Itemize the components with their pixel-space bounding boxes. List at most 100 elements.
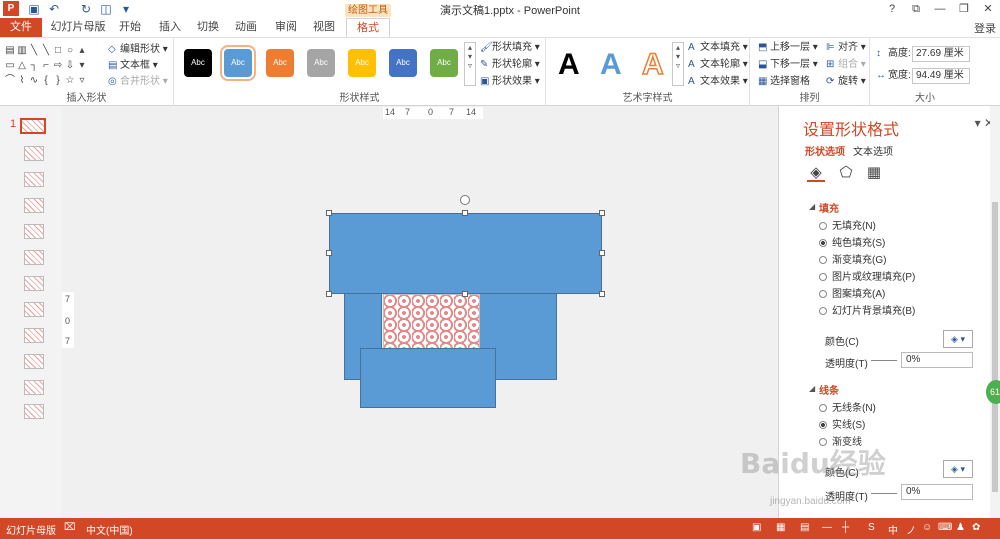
float-badge[interactable]: 61 <box>986 380 1000 404</box>
style-preset[interactable]: Abc <box>266 49 294 77</box>
ime-punct-icon[interactable]: ノ <box>906 522 916 537</box>
tab-review[interactable]: 审阅 <box>268 18 304 37</box>
tab-slide-master[interactable]: 幻灯片母版 <box>48 18 108 37</box>
scrollbar-thumb[interactable] <box>992 202 998 492</box>
style-preset[interactable]: Abc <box>220 45 256 81</box>
ribbon-display-icon[interactable]: ⧉ <box>904 0 928 18</box>
spell-check-icon[interactable]: ⌧ <box>64 522 76 533</box>
shape-textbox-icon[interactable]: ▤ <box>4 43 16 58</box>
shape-outline-button[interactable]: ✎ 形状轮廓 ▾ <box>480 57 540 73</box>
fill-transparency-input[interactable]: 0% <box>901 352 973 368</box>
resize-handle[interactable] <box>599 291 605 297</box>
reading-view-icon[interactable]: ▤ <box>800 522 809 533</box>
shape-triangle-icon[interactable]: △ <box>16 58 28 73</box>
shape-star-icon[interactable]: ☆ <box>64 73 76 88</box>
rotate-handle-icon[interactable] <box>460 195 470 205</box>
wordart-sample[interactable]: A <box>641 47 664 82</box>
slide-thumbnail[interactable] <box>24 276 44 291</box>
slide-thumbnail[interactable] <box>24 250 44 265</box>
merge-shapes-button[interactable]: ◎ 合并形状 ▾ <box>108 74 168 90</box>
align-button[interactable]: ⊫ 对齐 ▾ <box>826 40 866 56</box>
redo-icon[interactable]: ↻ <box>78 1 94 17</box>
radio-gradient-fill[interactable]: 渐变填充(G) <box>819 254 886 268</box>
pattern-fill-shape[interactable] <box>383 294 480 349</box>
ime-skin-icon[interactable]: ♟ <box>956 522 965 533</box>
line-transparency-input[interactable]: 0% <box>901 484 973 500</box>
login-link[interactable]: 登录 <box>974 20 996 36</box>
send-backward-button[interactable]: ⬓ 下移一层 ▾ <box>758 57 818 73</box>
shape-freeform-icon[interactable]: ⌇ <box>16 73 28 88</box>
resize-handle[interactable] <box>599 250 605 256</box>
customize-icon[interactable]: ▾ <box>118 1 134 17</box>
radio-picture-fill[interactable]: 图片或纹理填充(P) <box>819 271 915 285</box>
ime-tools-icon[interactable]: ✿ <box>972 522 980 533</box>
collapse-icon[interactable]: ◢ <box>809 384 815 393</box>
collapse-icon[interactable]: ◢ <box>809 202 815 211</box>
shape-effects-button[interactable]: ▣ 形状效果 ▾ <box>480 74 540 90</box>
shape-arrow-icon[interactable]: ⇨ <box>52 58 64 73</box>
wordart-sample[interactable]: A <box>558 48 580 82</box>
size-properties-icon[interactable]: ▦ <box>865 164 883 182</box>
gallery-scroll[interactable]: ▴ ▾ ▿ <box>464 42 476 86</box>
slide-thumbnail[interactable] <box>24 198 44 213</box>
width-input[interactable]: 94.49 厘米 <box>912 68 970 84</box>
resize-handle[interactable] <box>326 210 332 216</box>
pane-scrollbar[interactable] <box>990 106 1000 518</box>
tab-insert[interactable]: 插入 <box>152 18 188 37</box>
selection-pane-button[interactable]: ▦ 选择窗格 <box>758 74 810 90</box>
shape-rect-icon[interactable]: □ <box>52 43 64 58</box>
slide-thumbnail[interactable] <box>24 328 44 343</box>
shape-oval-icon[interactable]: ○ <box>64 43 76 58</box>
fill-line-icon[interactable]: ◈ <box>807 164 825 182</box>
line-transparency-slider[interactable] <box>871 493 897 494</box>
radio-background-fill[interactable]: 幻灯片背景填充(B) <box>819 305 915 319</box>
slide-thumbnail[interactable] <box>24 172 44 187</box>
shape-downarrow-icon[interactable]: ⇩ <box>64 58 76 73</box>
slideshow-icon[interactable]: ◫ <box>98 1 114 17</box>
shape-elbow-icon[interactable]: ┐ <box>28 58 40 73</box>
tab-file[interactable]: 文件 <box>0 18 42 37</box>
style-preset[interactable]: Abc <box>389 49 417 77</box>
fill-color-button[interactable]: ◈ ▾ <box>943 330 973 348</box>
text-effects-button[interactable]: A 文本效果 ▾ <box>688 74 748 90</box>
tab-home[interactable]: 开始 <box>112 18 148 37</box>
ime-keyboard-icon[interactable]: ⌨ <box>938 522 952 533</box>
shape-brace-icon[interactable]: { <box>40 73 52 88</box>
zoom-slider[interactable]: ┼ <box>842 522 849 533</box>
ime-emoji-icon[interactable]: ☺ <box>922 522 932 533</box>
sogou-ime-icon[interactable]: S <box>868 522 875 533</box>
tab-format[interactable]: 格式 <box>346 18 390 37</box>
radio-pattern-fill[interactable]: 图案填充(A) <box>819 288 885 302</box>
rotate-button[interactable]: ⟳ 旋转 ▾ <box>826 74 866 90</box>
bring-forward-button[interactable]: ⬒ 上移一层 ▾ <box>758 40 818 56</box>
line-color-button[interactable]: ◈ ▾ <box>943 460 973 478</box>
shape-scroll-icon[interactable]: ▾ <box>76 58 88 73</box>
sorter-view-icon[interactable]: ▦ <box>776 522 785 533</box>
tab-animations[interactable]: 动画 <box>228 18 264 37</box>
radio-solid-fill[interactable]: 纯色填充(S) <box>819 237 885 251</box>
slide-thumbnail[interactable] <box>24 404 44 419</box>
rect-bottom-shape[interactable] <box>360 348 496 408</box>
shape-brace2-icon[interactable]: } <box>52 73 64 88</box>
style-preset[interactable]: Abc <box>184 49 212 77</box>
tab-transitions[interactable]: 切换 <box>190 18 226 37</box>
save-icon[interactable]: ▣ <box>26 1 42 17</box>
minimize-icon[interactable]: — <box>928 0 952 18</box>
transparency-slider[interactable] <box>871 360 897 361</box>
tab-view[interactable]: 视图 <box>306 18 342 37</box>
shape-wave-icon[interactable]: ∿ <box>28 73 40 88</box>
resize-handle[interactable] <box>462 291 468 297</box>
shape-line2-icon[interactable]: ╲ <box>40 43 52 58</box>
line-section-header[interactable]: 线条 <box>819 382 839 397</box>
status-language[interactable]: 中文(中国) <box>86 522 133 537</box>
shape-fill-button[interactable]: 🖌形状填充 ▾ <box>480 40 540 56</box>
shape-roundrect-icon[interactable]: ▭ <box>4 58 16 73</box>
help-icon[interactable]: ? <box>880 0 904 18</box>
shape-connector-icon[interactable]: ⌐ <box>40 58 52 73</box>
edit-shape-button[interactable]: ◇ 编辑形状 ▾ <box>108 42 168 58</box>
height-input[interactable]: 27.69 厘米 <box>912 46 970 62</box>
shape-vtextbox-icon[interactable]: ▥ <box>16 43 28 58</box>
undo-icon[interactable]: ↶ <box>46 1 62 17</box>
resize-handle[interactable] <box>462 210 468 216</box>
gallery-scroll[interactable]: ▴ ▾ ▿ <box>672 42 684 86</box>
